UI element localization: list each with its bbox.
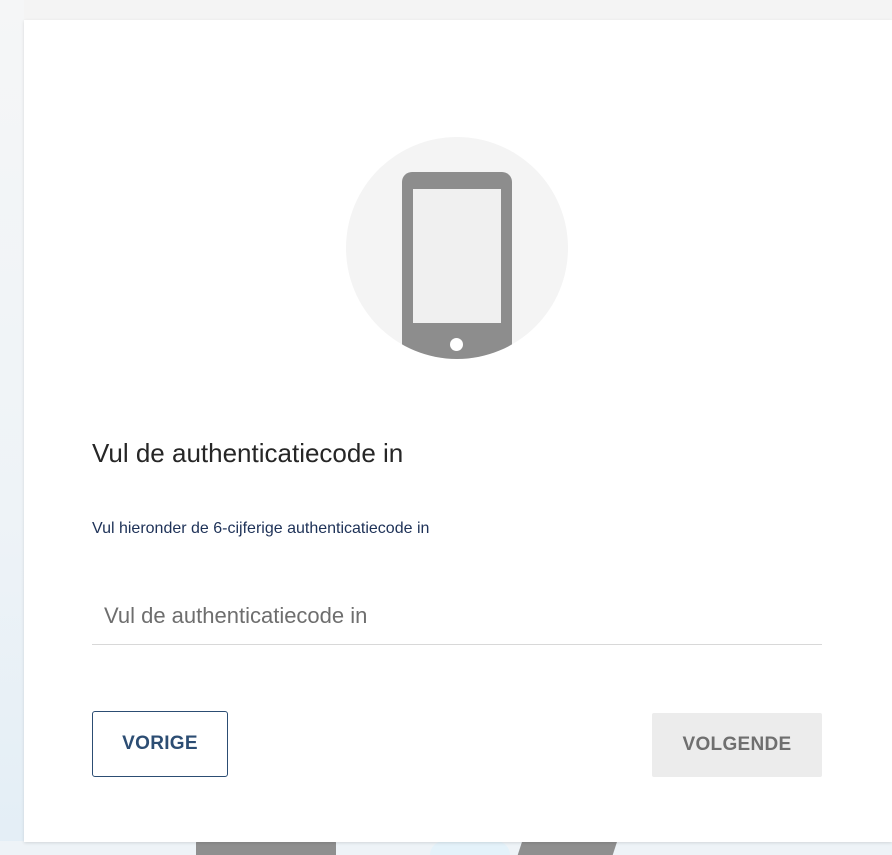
previous-button[interactable]: VORIGE <box>92 711 228 777</box>
phone-screen <box>413 189 501 323</box>
authentication-card: Vul de authenticatiecode in Vul hieronde… <box>24 20 892 842</box>
authentication-code-field <box>92 578 822 645</box>
smartphone-illustration <box>346 137 568 359</box>
background-bottom-edge <box>0 841 892 855</box>
background-left-edge <box>0 0 24 855</box>
page-title: Vul de authenticatiecode in <box>92 438 404 468</box>
background-shape <box>196 841 336 855</box>
background-shape <box>517 841 618 855</box>
next-button[interactable]: VOLGENDE <box>652 713 822 777</box>
smartphone-icon <box>402 172 512 359</box>
phone-home-button <box>450 338 463 351</box>
background-shape <box>430 841 510 855</box>
instruction-text: Vul hieronder de 6-cijferige authenticat… <box>92 520 430 537</box>
authentication-code-input[interactable] <box>92 578 822 644</box>
